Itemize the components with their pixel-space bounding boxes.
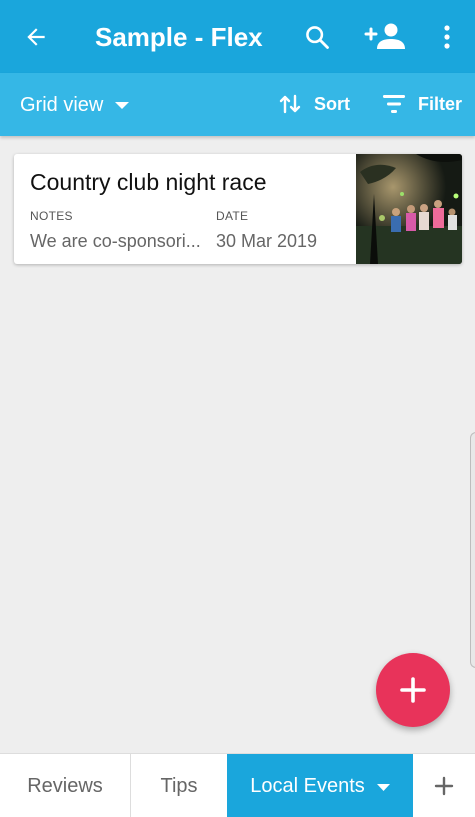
plus-icon <box>434 776 454 796</box>
search-button[interactable] <box>300 19 334 55</box>
add-record-fab[interactable] <box>376 653 450 727</box>
more-vert-icon <box>444 25 450 49</box>
caret-down-icon[interactable] <box>376 783 390 792</box>
sort-icon <box>279 94 301 114</box>
tab-reviews[interactable]: Reviews <box>0 754 131 817</box>
view-toolbar: Grid view Sort Filter <box>0 73 475 136</box>
add-collaborator-button[interactable] <box>362 19 410 55</box>
tab-local-events[interactable]: Local Events <box>227 754 413 817</box>
tab-label: Local Events <box>250 774 365 797</box>
search-icon <box>306 26 329 49</box>
filter-button[interactable]: Filter <box>382 92 462 116</box>
more-options-button[interactable] <box>436 19 458 55</box>
view-selector[interactable]: Grid view <box>20 93 130 117</box>
tab-tips[interactable]: Tips <box>131 754 227 817</box>
filter-label: Filter <box>418 94 463 114</box>
caret-down-icon <box>115 102 130 109</box>
sort-button[interactable]: Sort <box>278 92 350 116</box>
record-card[interactable]: Country club night race NOTES We are co-… <box>14 154 462 264</box>
scrollbar-handle[interactable] <box>470 432 475 668</box>
notes-label: NOTES <box>30 209 73 223</box>
tab-label: Reviews <box>27 774 103 797</box>
page-title: Sample - Flex <box>95 22 263 52</box>
app-bar: Sample - Flex <box>0 0 475 73</box>
filter-icon <box>383 95 405 113</box>
record-title: Country club night race <box>30 169 267 195</box>
tab-label: Tips <box>160 774 198 797</box>
plus-icon <box>400 677 426 703</box>
record-thumbnail <box>356 154 462 264</box>
back-arrow-icon <box>27 28 45 46</box>
date-label: DATE <box>216 209 249 223</box>
notes-value: We are co-sponsori... <box>30 231 201 251</box>
sort-label: Sort <box>314 94 350 114</box>
add-person-icon <box>364 23 405 49</box>
table-tab-bar: Reviews Tips Local Events <box>0 753 475 817</box>
back-button[interactable] <box>20 21 52 53</box>
view-label: Grid view <box>20 94 104 116</box>
add-tab-button[interactable] <box>413 754 475 817</box>
date-value: 30 Mar 2019 <box>216 231 318 251</box>
